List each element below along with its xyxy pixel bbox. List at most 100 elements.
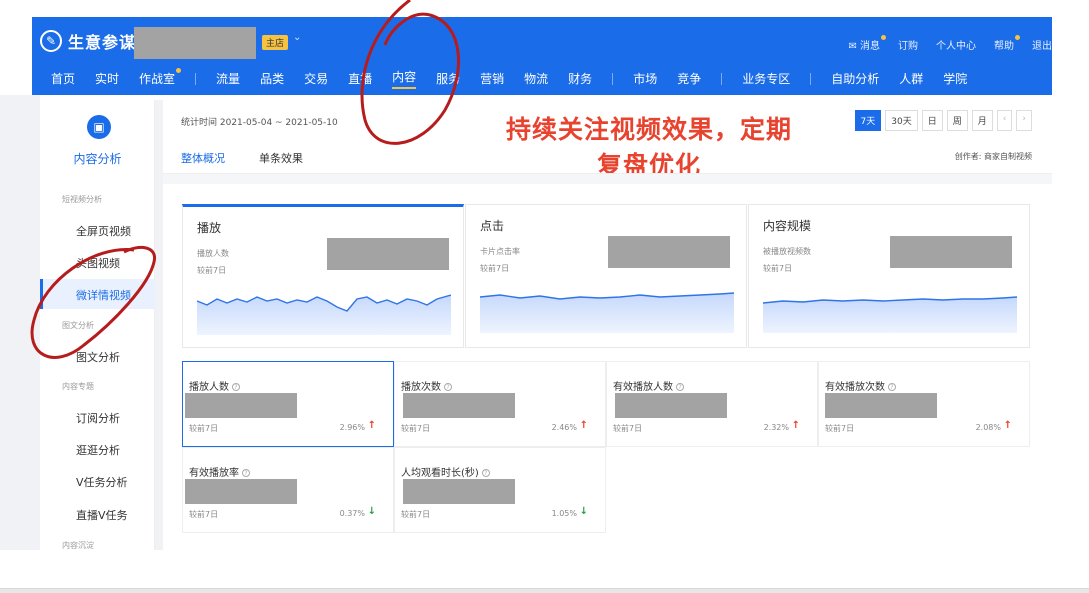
nav-crowd[interactable]: 人群 bbox=[899, 70, 923, 87]
notification-dot bbox=[881, 35, 886, 40]
trend-sparkline bbox=[480, 292, 734, 333]
creator-filter[interactable]: 创作者: 商家自制视频 bbox=[955, 151, 1032, 162]
main-content: 统计时间 2021-05-04 ~ 2021-05-10 7天 30天 日 周 … bbox=[163, 100, 1052, 550]
nav-realtime[interactable]: 实时 bbox=[95, 70, 119, 87]
nav-logistics[interactable]: 物流 bbox=[524, 70, 548, 87]
nav-divider bbox=[810, 72, 812, 85]
nav-trade[interactable]: 交易 bbox=[304, 70, 328, 87]
content-analysis-icon: ▣ bbox=[87, 115, 111, 139]
nav-business-zone[interactable]: 业务专区 bbox=[742, 70, 790, 87]
nav-home[interactable]: 首页 bbox=[51, 70, 75, 87]
period-day[interactable]: 日 bbox=[921, 110, 943, 131]
sidebar-item-subscription[interactable]: 订阅分析 bbox=[76, 410, 120, 426]
help-icon[interactable]: ? bbox=[888, 383, 896, 391]
sidebar-item-fullscreen-video[interactable]: 全屏页视频 bbox=[76, 223, 131, 239]
tab-single-effect[interactable]: 单条效果 bbox=[259, 150, 303, 175]
sidebar-item-live-v-task[interactable]: 直播V任务 bbox=[76, 507, 128, 523]
value-redacted bbox=[403, 393, 515, 418]
message-link[interactable]: ✉ 消息 bbox=[848, 35, 886, 52]
trend-card-click[interactable]: 点击 卡片点击率 较前7日 bbox=[465, 204, 747, 348]
trend-card-title: 点击 bbox=[480, 219, 505, 233]
trend-card-metric: 卡片点击率 bbox=[480, 247, 520, 256]
metric-card-avg-watch-time[interactable]: 人均观看时长(秒)? 较前7日 1.05% ↓ bbox=[394, 447, 606, 533]
bottom-bar bbox=[0, 588, 1089, 593]
trend-card-metric: 被播放视频数 bbox=[763, 247, 811, 256]
value-redacted bbox=[825, 393, 937, 418]
metric-card-effective-play-count[interactable]: 有效播放次数? 较前7日 2.08% ↑ bbox=[818, 361, 1030, 447]
trend-card-title: 播放 bbox=[197, 221, 222, 235]
help-icon[interactable]: ? bbox=[232, 383, 240, 391]
period-7d[interactable]: 7天 bbox=[854, 110, 882, 131]
metric-compare: 较前7日 bbox=[825, 424, 855, 433]
nav-divider bbox=[612, 72, 614, 85]
trend-card-compare: 较前7日 bbox=[480, 264, 510, 273]
nav-traffic[interactable]: 流量 bbox=[216, 70, 240, 87]
value-redacted bbox=[327, 238, 449, 270]
metric-compare: 较前7日 bbox=[189, 424, 219, 433]
help-icon[interactable]: ? bbox=[242, 469, 250, 477]
nav-marketing[interactable]: 营销 bbox=[480, 70, 504, 87]
nav-war-room[interactable]: 作战室 bbox=[139, 68, 182, 87]
arrow-up-icon: ↑ bbox=[1003, 420, 1012, 431]
metric-card-play-users[interactable]: 播放人数? 较前7日 2.96% ↑ bbox=[182, 361, 394, 447]
nav-self-analysis[interactable]: 自助分析 bbox=[831, 70, 879, 87]
period-week[interactable]: 周 bbox=[946, 110, 968, 131]
trend-card-compare: 较前7日 bbox=[197, 266, 227, 275]
top-right-links: ✉ 消息 订购 个人中心 帮助 退出 bbox=[848, 35, 1052, 52]
help-icon[interactable]: ? bbox=[444, 383, 452, 391]
notification-dot bbox=[1015, 35, 1020, 40]
annotation-circle bbox=[30, 245, 156, 359]
sidebar-item-guangguang[interactable]: 逛逛分析 bbox=[76, 442, 120, 458]
user-center-link[interactable]: 个人中心 bbox=[936, 37, 976, 52]
sidebar-group-label: 内容专题 bbox=[62, 382, 94, 391]
nav-divider bbox=[721, 72, 723, 85]
nav-category[interactable]: 品类 bbox=[260, 70, 284, 87]
metric-compare: 较前7日 bbox=[401, 424, 431, 433]
period-30d[interactable]: 30天 bbox=[885, 110, 918, 131]
trend-card-play[interactable]: 播放 播放人数 较前7日 bbox=[182, 204, 464, 348]
metric-compare: 较前7日 bbox=[613, 424, 643, 433]
arrow-up-icon: ↑ bbox=[367, 420, 376, 431]
order-link[interactable]: 订购 bbox=[898, 37, 918, 52]
trend-sparkline bbox=[763, 296, 1017, 333]
arrow-down-icon: ↓ bbox=[579, 506, 588, 517]
nav-academy[interactable]: 学院 bbox=[943, 70, 967, 87]
sidebar-item-v-task[interactable]: V任务分析 bbox=[76, 474, 128, 490]
tab-overview[interactable]: 整体概况 bbox=[181, 150, 225, 175]
nav-finance[interactable]: 财务 bbox=[568, 70, 592, 87]
value-redacted bbox=[890, 236, 1012, 268]
metric-card-effective-play-rate[interactable]: 有效播放率? 较前7日 0.37% ↓ bbox=[182, 447, 394, 533]
metric-card-effective-play-users[interactable]: 有效播放人数? 较前7日 2.32% ↑ bbox=[606, 361, 818, 447]
top-header: ✎ 生意参谋 主店 ⌄ ✉ 消息 订购 个人中心 帮助 退出 首页 实时 作战室… bbox=[32, 17, 1052, 95]
metric-card-play-count[interactable]: 播放次数? 较前7日 2.46% ↑ bbox=[394, 361, 606, 447]
chevron-right-icon[interactable]: › bbox=[1016, 110, 1032, 131]
help-icon[interactable]: ? bbox=[676, 383, 684, 391]
chevron-down-icon[interactable]: ⌄ bbox=[293, 32, 301, 43]
annotation-circle bbox=[360, 0, 460, 145]
metric-title: 人均观看时长(秒)? bbox=[401, 464, 490, 479]
sidebar-group-label: 内容沉淀 bbox=[62, 541, 94, 550]
shop-badge: 主店 bbox=[262, 35, 289, 50]
chevron-left-icon[interactable]: ‹ bbox=[996, 110, 1013, 131]
screenshot-frame: ✎ 生意参谋 主店 ⌄ ✉ 消息 订购 个人中心 帮助 退出 首页 实时 作战室… bbox=[0, 0, 1089, 593]
arrow-down-icon: ↓ bbox=[367, 506, 376, 517]
date-range: 统计时间 2021-05-04 ~ 2021-05-10 bbox=[181, 118, 338, 128]
trend-card-metric: 播放人数 bbox=[197, 249, 229, 258]
help-icon[interactable]: ? bbox=[481, 469, 490, 477]
period-month[interactable]: 月 bbox=[971, 110, 993, 131]
value-redacted bbox=[185, 479, 297, 504]
logo[interactable]: ✎ 生意参谋 bbox=[40, 29, 136, 53]
metric-title: 有效播放人数? bbox=[613, 378, 684, 393]
nav-competition[interactable]: 竞争 bbox=[677, 70, 701, 87]
metric-change: 2.46% bbox=[551, 423, 577, 432]
help-link[interactable]: 帮助 bbox=[994, 35, 1020, 52]
sidebar-group-label: 短视频分析 bbox=[62, 195, 102, 204]
nav-market[interactable]: 市场 bbox=[633, 70, 657, 87]
period-selector: 7天 30天 日 周 月 ‹ › bbox=[854, 110, 1032, 131]
main-nav: 首页 实时 作战室 流量 品类 交易 直播 内容 服务 营销 物流 财务 市场 … bbox=[51, 68, 987, 89]
logout-link[interactable]: 退出 bbox=[1032, 37, 1052, 52]
trend-card-content-scale[interactable]: 内容规模 被播放视频数 较前7日 bbox=[748, 204, 1030, 348]
trend-card-compare: 较前7日 bbox=[763, 264, 793, 273]
metric-change: 2.08% bbox=[975, 423, 1001, 432]
metric-change: 1.05% bbox=[551, 509, 577, 518]
